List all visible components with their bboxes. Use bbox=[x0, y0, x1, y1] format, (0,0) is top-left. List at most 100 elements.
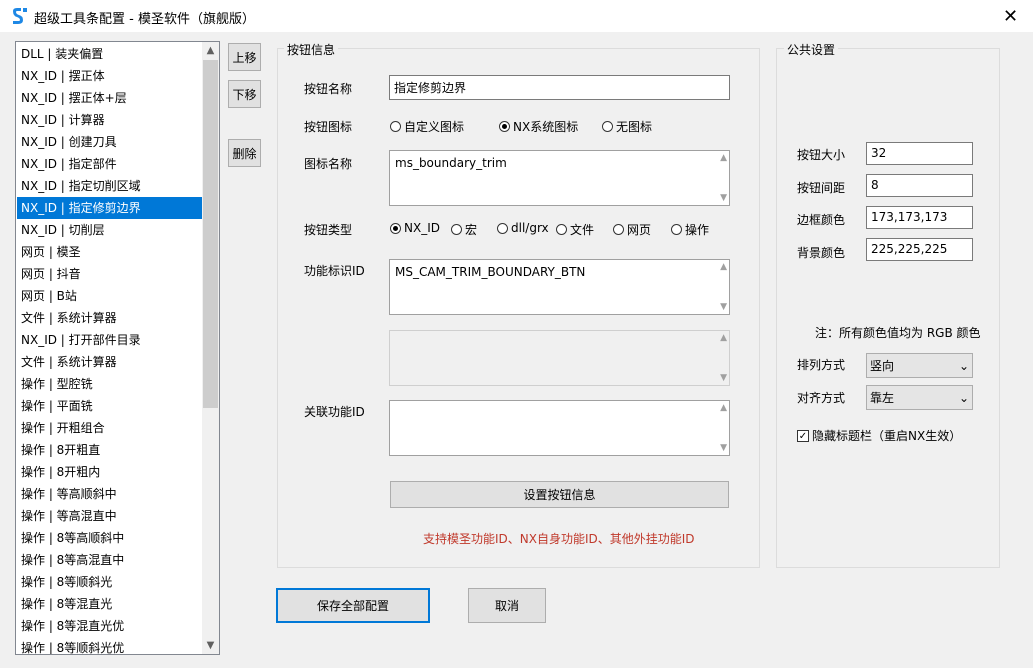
radio-label: NX_ID bbox=[404, 221, 440, 235]
list-item[interactable]: NX_ID | 摆正体 bbox=[17, 65, 203, 87]
scroll-up-icon[interactable]: ▲ bbox=[202, 42, 219, 59]
radio-label: NX系统图标 bbox=[513, 120, 579, 134]
border-color-input[interactable]: 173,173,173 bbox=[866, 206, 973, 229]
app-logo-icon bbox=[13, 8, 27, 24]
list-item[interactable]: 操作 | 8开粗内 bbox=[17, 461, 203, 483]
button-name-label: 按钮名称 bbox=[304, 82, 353, 96]
list-item[interactable]: 操作 | 平面铣 bbox=[17, 395, 203, 417]
related-id-label: 关联功能ID bbox=[304, 405, 365, 419]
scroll-up-icon[interactable]: ▲ bbox=[720, 262, 727, 272]
button-size-label: 按钮大小 bbox=[797, 148, 846, 162]
move-up-button[interactable]: 上移 bbox=[228, 43, 261, 71]
radio-label: 自定义图标 bbox=[404, 120, 465, 134]
close-button[interactable]: ✕ bbox=[988, 0, 1033, 32]
list-item[interactable]: NX_ID | 创建刀具 bbox=[17, 131, 203, 153]
list-items: DLL | 装夹偏置 NX_ID | 摆正体 NX_ID | 摆正体+层 NX_ID … bbox=[17, 43, 203, 654]
list-item[interactable]: 操作 | 型腔铣 bbox=[17, 373, 203, 395]
arrange-label: 排列方式 bbox=[797, 358, 846, 372]
delete-button[interactable]: 删除 bbox=[228, 139, 261, 167]
list-item[interactable]: NX_ID | 指定部件 bbox=[17, 153, 203, 175]
list-item[interactable]: NX_ID | 计算器 bbox=[17, 109, 203, 131]
chevron-down-icon[interactable]: ⌄ bbox=[959, 359, 969, 373]
function-id-textarea[interactable]: MS_CAM_TRIM_BOUNDARY_BTN ▲ ▼ bbox=[389, 259, 730, 315]
radio-circle[interactable] bbox=[497, 222, 508, 234]
toolbar-button-list[interactable]: DLL | 装夹偏置 NX_ID | 摆正体 NX_ID | 摆正体+层 NX_ID … bbox=[15, 41, 220, 655]
radio-nx-icon[interactable]: NX系统图标 bbox=[499, 118, 578, 135]
radio-no-icon[interactable]: 无图标 bbox=[602, 118, 652, 135]
radio-circle[interactable] bbox=[499, 121, 510, 132]
function-id-value: MS_CAM_TRIM_BOUNDARY_BTN bbox=[395, 265, 586, 279]
scroll-down-icon[interactable]: ▼ bbox=[720, 193, 727, 203]
radio-type-file[interactable]: 文件 bbox=[556, 221, 594, 238]
radio-circle[interactable] bbox=[671, 224, 682, 235]
scroll-up-icon[interactable]: ▲ bbox=[720, 153, 727, 163]
icon-name-textarea[interactable]: ms_boundary_trim ▲ ▼ bbox=[389, 150, 730, 206]
list-item[interactable]: 操作 | 等高顺斜中 bbox=[17, 483, 203, 505]
scroll-down-icon[interactable]: ▼ bbox=[720, 302, 727, 312]
button-icon-label: 按钮图标 bbox=[304, 120, 353, 134]
cancel-button[interactable]: 取消 bbox=[468, 588, 546, 623]
set-button-info-button[interactable]: 设置按钮信息 bbox=[390, 481, 729, 508]
list-item[interactable]: 操作 | 8等顺斜光 bbox=[17, 571, 203, 593]
button-name-input[interactable]: 指定修剪边界 bbox=[389, 75, 730, 100]
public-settings-group bbox=[776, 48, 1000, 568]
list-item[interactable]: 网页 | B站 bbox=[17, 285, 203, 307]
scroll-down-icon[interactable]: ▼ bbox=[720, 443, 727, 453]
arrange-select[interactable]: 竖向 ⌄ bbox=[866, 353, 973, 378]
align-select[interactable]: 靠左 ⌄ bbox=[866, 385, 973, 410]
radio-label: 网页 bbox=[627, 223, 652, 237]
list-scrollbar[interactable]: ▲ ▼ bbox=[202, 42, 219, 654]
button-size-input[interactable]: 32 bbox=[866, 142, 973, 165]
list-item[interactable]: 网页 | 模圣 bbox=[17, 241, 203, 263]
radio-type-web[interactable]: 网页 bbox=[613, 221, 651, 238]
button-spacing-label: 按钮间距 bbox=[797, 181, 846, 195]
scroll-down-icon[interactable]: ▼ bbox=[202, 637, 219, 654]
list-item[interactable]: 文件 | 系统计算器 bbox=[17, 307, 203, 329]
scroll-down-icon: ▼ bbox=[720, 373, 727, 383]
close-icon[interactable]: ✕ bbox=[1003, 6, 1018, 27]
radio-type-operation[interactable]: 操作 bbox=[671, 221, 709, 238]
scroll-thumb[interactable] bbox=[203, 60, 218, 408]
list-item[interactable]: 操作 | 8等顺斜光优 bbox=[17, 637, 203, 654]
radio-label: 文件 bbox=[570, 223, 595, 237]
list-item[interactable]: 操作 | 8开粗直 bbox=[17, 439, 203, 461]
list-item[interactable]: NX_ID | 指定切削区域 bbox=[17, 175, 203, 197]
chevron-down-icon[interactable]: ⌄ bbox=[959, 391, 969, 405]
radio-type-nxid[interactable]: NX_ID bbox=[390, 221, 440, 235]
list-item[interactable]: 操作 | 8等高顺斜中 bbox=[17, 527, 203, 549]
support-note: 支持模圣功能ID、NX自身功能ID、其他外挂功能ID bbox=[423, 532, 695, 546]
disabled-textarea: ▲ ▼ bbox=[389, 330, 730, 386]
radio-custom-icon[interactable]: 自定义图标 bbox=[390, 118, 464, 135]
radio-circle[interactable] bbox=[613, 224, 624, 235]
radio-type-dll[interactable]: dll/grx bbox=[497, 221, 549, 235]
scroll-up-icon[interactable]: ▲ bbox=[720, 403, 727, 413]
list-item[interactable]: 操作 | 开粗组合 bbox=[17, 417, 203, 439]
button-spacing-input[interactable]: 8 bbox=[866, 174, 973, 197]
list-item[interactable]: 文件 | 系统计算器 bbox=[17, 351, 203, 373]
list-item[interactable]: 操作 | 8等混直光 bbox=[17, 593, 203, 615]
hide-title-checkbox[interactable]: ✓ bbox=[797, 429, 809, 442]
arrange-value: 竖向 bbox=[870, 359, 895, 373]
radio-circle[interactable] bbox=[556, 224, 567, 235]
align-label: 对齐方式 bbox=[797, 391, 846, 405]
list-item[interactable]: NX_ID | 指定修剪边界 bbox=[17, 197, 203, 219]
radio-circle[interactable] bbox=[390, 121, 401, 132]
list-item[interactable]: DLL | 装夹偏置 bbox=[17, 43, 203, 65]
list-item[interactable]: 操作 | 等高混直中 bbox=[17, 505, 203, 527]
move-down-button[interactable]: 下移 bbox=[228, 80, 261, 108]
list-item[interactable]: NX_ID | 打开部件目录 bbox=[17, 329, 203, 351]
list-item[interactable]: 操作 | 8等混直光优 bbox=[17, 615, 203, 637]
list-item[interactable]: NX_ID | 摆正体+层 bbox=[17, 87, 203, 109]
background-color-input[interactable]: 225,225,225 bbox=[866, 238, 973, 261]
radio-circle[interactable] bbox=[390, 222, 401, 234]
radio-type-macro[interactable]: 宏 bbox=[451, 221, 477, 238]
radio-circle[interactable] bbox=[451, 224, 462, 235]
radio-circle[interactable] bbox=[602, 121, 613, 132]
background-color-label: 背景颜色 bbox=[797, 246, 846, 260]
related-id-textarea[interactable]: ▲ ▼ bbox=[389, 400, 730, 456]
save-all-button[interactable]: 保存全部配置 bbox=[276, 588, 430, 623]
list-item[interactable]: 网页 | 抖音 bbox=[17, 263, 203, 285]
list-item[interactable]: 操作 | 8等高混直中 bbox=[17, 549, 203, 571]
list-item[interactable]: NX_ID | 切削层 bbox=[17, 219, 203, 241]
hide-title-checkbox-row[interactable]: ✓ 隐藏标题栏（重启NX生效） bbox=[797, 427, 961, 444]
